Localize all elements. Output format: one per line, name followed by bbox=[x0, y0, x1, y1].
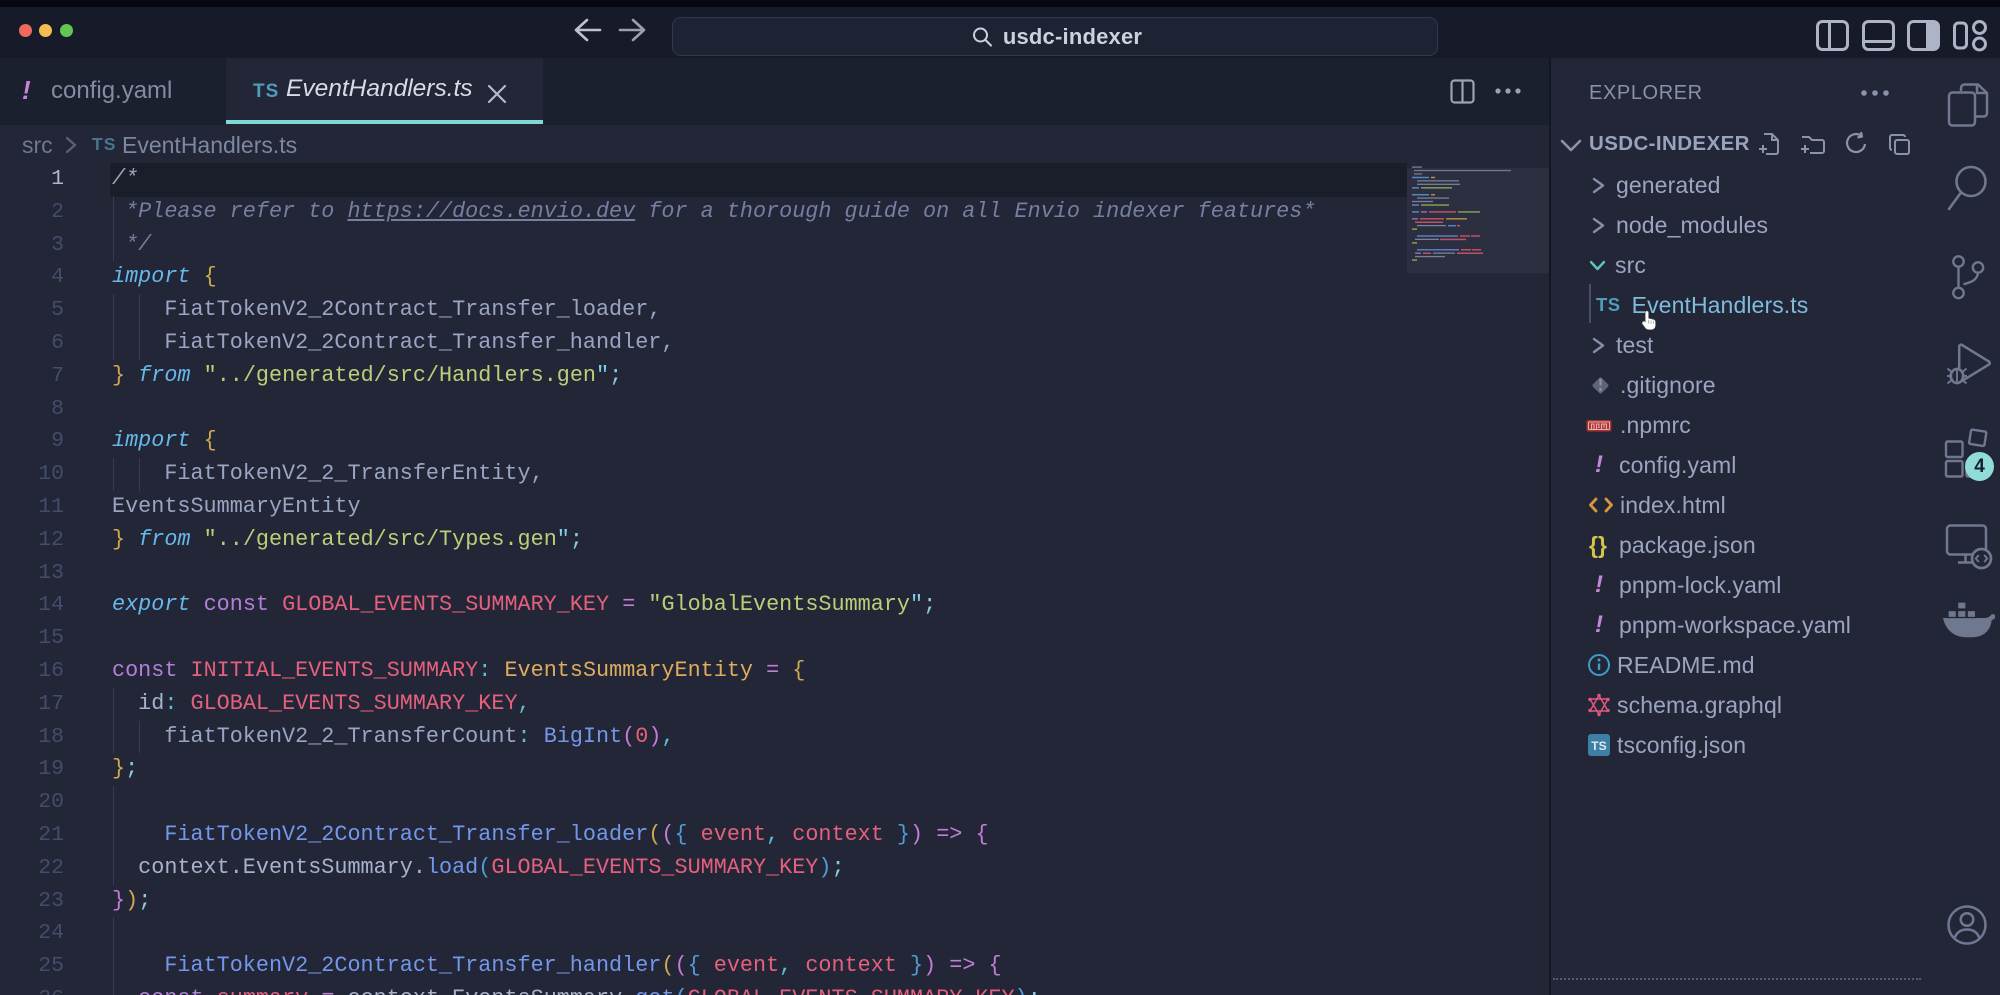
svg-text:TS: TS bbox=[1591, 739, 1607, 753]
